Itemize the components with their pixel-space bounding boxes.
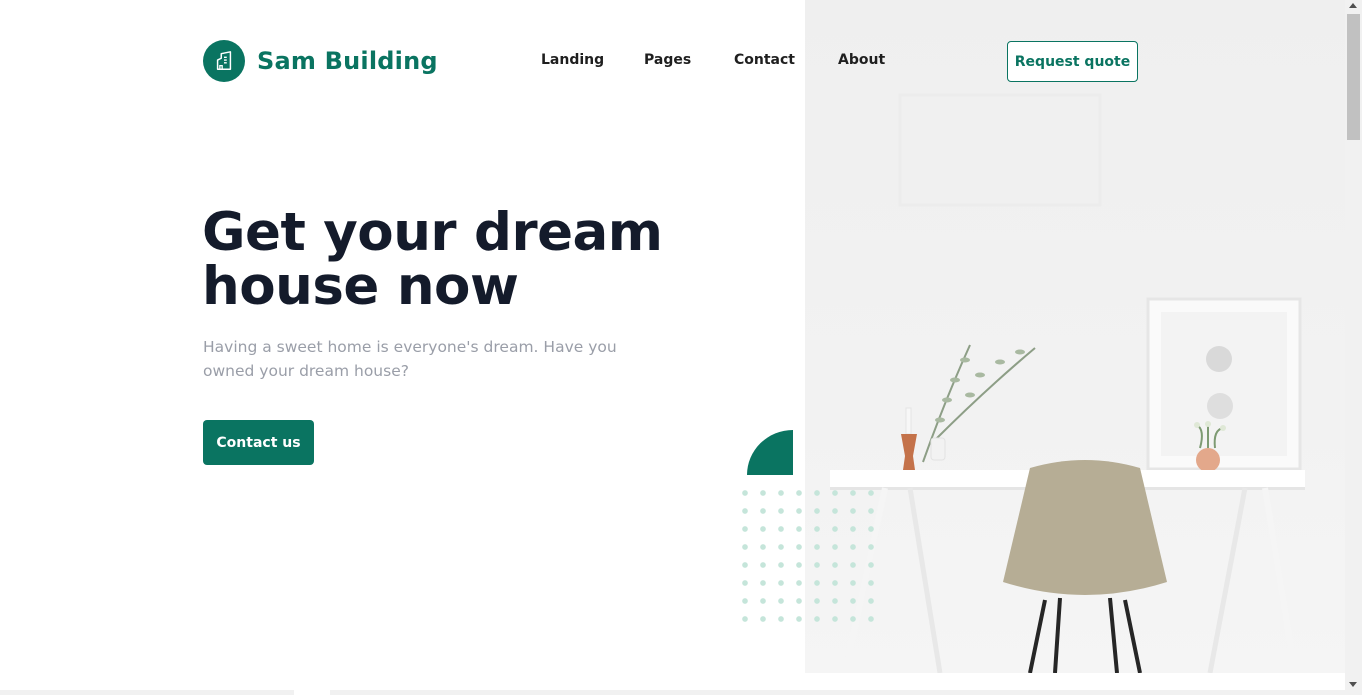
desk-scene-illustration: [830, 93, 1305, 673]
contact-us-button[interactable]: Contact us: [203, 420, 314, 465]
decorative-dot-grid: [736, 484, 876, 624]
scroll-up-arrow-icon[interactable]: [1349, 3, 1357, 8]
scrollbar-thumb[interactable]: [1347, 14, 1360, 140]
decorative-quarter-circle: [747, 430, 793, 475]
request-quote-button[interactable]: Request quote: [1007, 41, 1138, 82]
nav-link-about[interactable]: About: [838, 52, 885, 68]
brand-logo[interactable]: Sam Building: [203, 40, 438, 82]
hero-subtitle: Having a sweet home is everyone's dream.…: [203, 338, 617, 380]
nav-link-landing[interactable]: Landing: [541, 52, 604, 68]
hero-title-line-1: Get your dream: [202, 202, 663, 263]
hero-image: [805, 0, 1345, 673]
horizontal-scrollbar-thumb[interactable]: [294, 690, 330, 695]
brand-name: Sam Building: [257, 47, 438, 75]
nav-link-pages[interactable]: Pages: [644, 52, 691, 68]
nav-link-contact[interactable]: Contact: [734, 52, 795, 68]
hero-title: Get your dream house now: [202, 206, 663, 314]
building-icon: [203, 40, 245, 82]
horizontal-scrollbar[interactable]: [0, 690, 1345, 695]
vertical-scrollbar[interactable]: [1345, 0, 1362, 695]
scroll-down-arrow-icon[interactable]: [1349, 682, 1357, 687]
hero-title-line-2: house now: [202, 256, 519, 317]
